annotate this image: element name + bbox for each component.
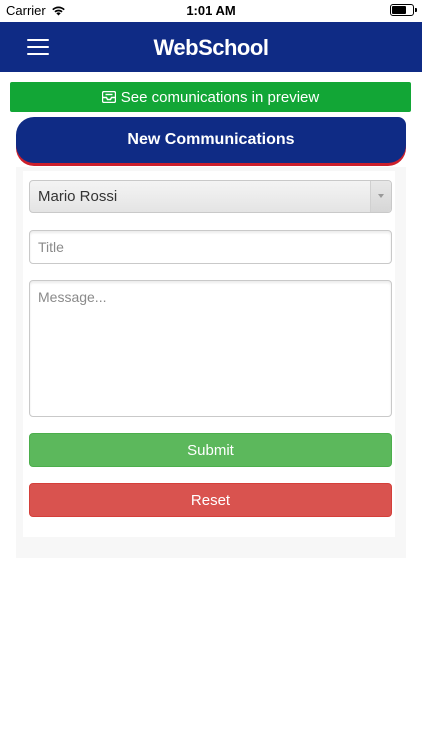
chevron-down-icon[interactable] [370, 181, 391, 212]
card-header: New Communications [16, 117, 406, 163]
new-communication-card: New Communications Mario Rossi Submit Re… [16, 117, 406, 558]
app-brand-logo: WebSchool [153, 35, 269, 60]
title-input[interactable] [29, 230, 392, 264]
status-right [390, 4, 417, 16]
recipient-select[interactable]: Mario Rossi [29, 180, 392, 213]
status-time: 1:01 AM [186, 3, 236, 18]
inbox-icon [101, 91, 116, 103]
battery-icon [390, 4, 417, 16]
top-navbar: WebSchool [0, 22, 422, 72]
reset-button[interactable]: Reset [29, 483, 392, 517]
see-communications-preview-button[interactable]: See comunications in preview [10, 82, 411, 112]
status-bar: Carrier 1:01 AM [0, 0, 422, 22]
message-textarea[interactable] [29, 280, 392, 417]
form-container: Mario Rossi Submit Reset [23, 171, 395, 537]
recipient-selected-value: Mario Rossi [38, 188, 118, 205]
preview-button-label: See comunications in preview [120, 88, 320, 106]
card-title: New Communications [127, 131, 295, 148]
card-body: Mario Rossi Submit Reset [16, 167, 406, 558]
submit-button[interactable]: Submit [29, 433, 392, 467]
